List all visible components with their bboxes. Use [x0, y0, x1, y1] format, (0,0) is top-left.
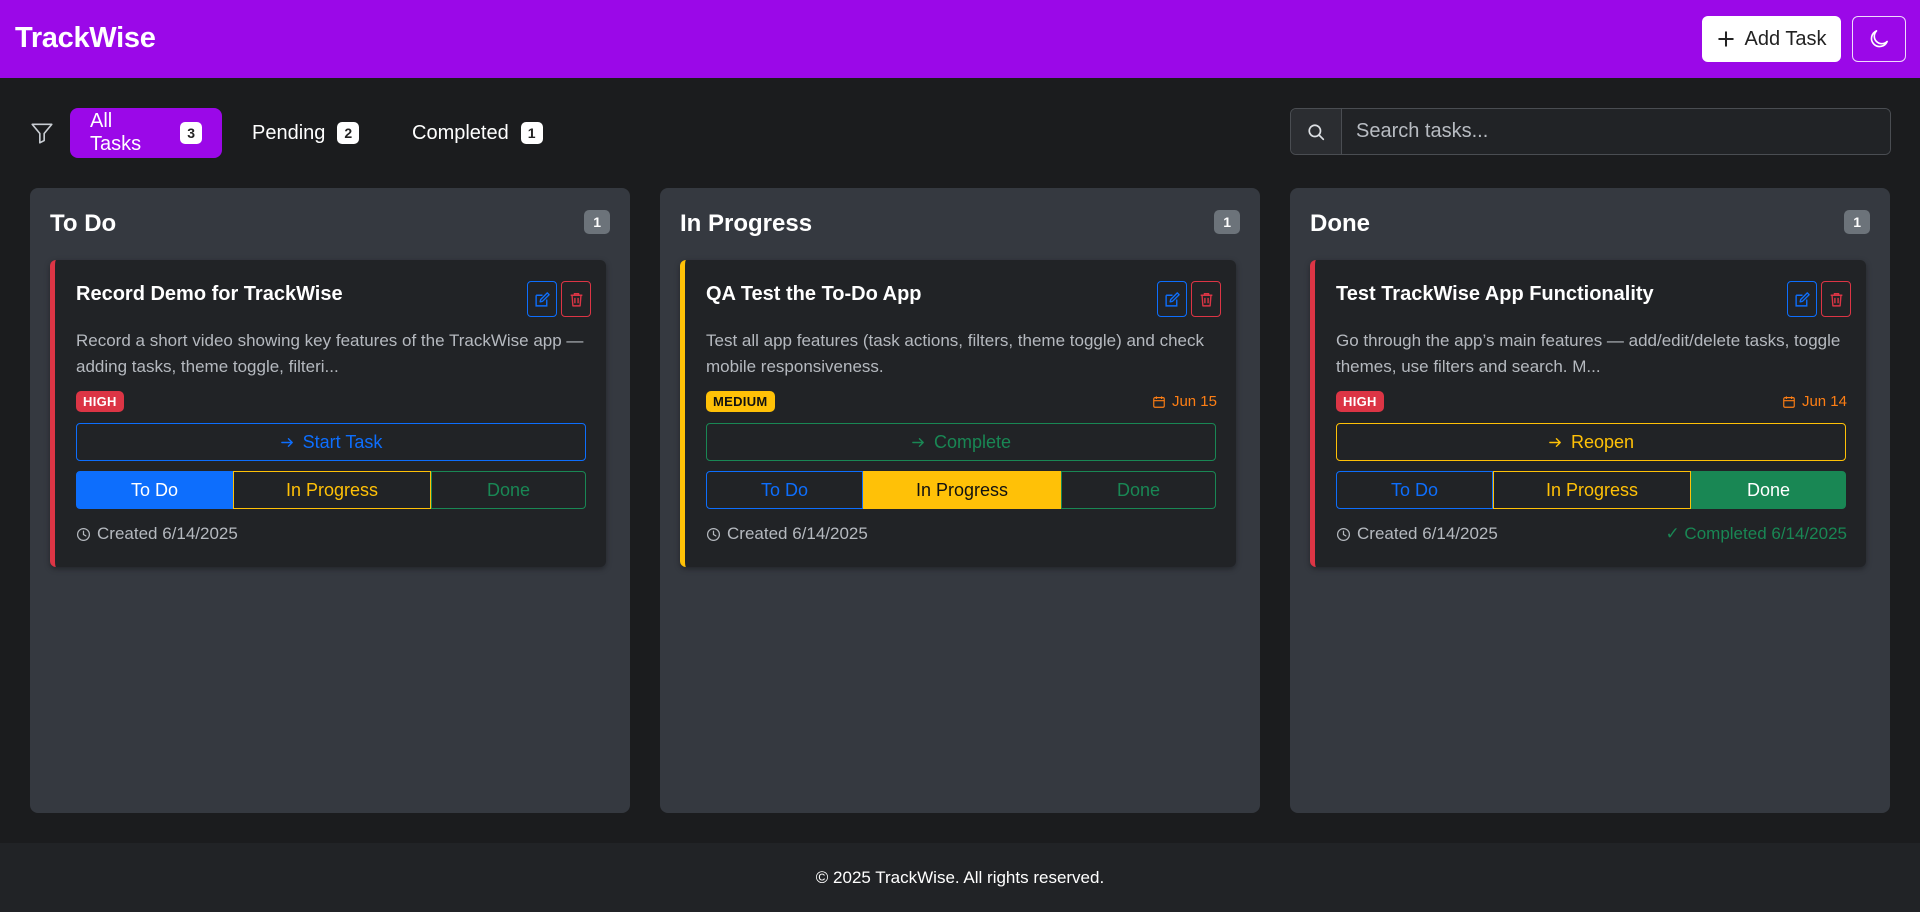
app-title[interactable]: TrackWise [15, 22, 156, 55]
status-button-group: To Do In Progress Done [706, 471, 1216, 509]
theme-toggle-button[interactable] [1852, 16, 1906, 62]
clock-icon [1336, 527, 1351, 541]
filter-label: All Tasks [90, 110, 142, 155]
filter-icon [31, 123, 53, 144]
filter-pending[interactable]: Pending 2 [232, 108, 372, 158]
created-date: Created 6/14/2025 [1336, 524, 1498, 544]
filter-completed[interactable]: Completed 1 [392, 108, 568, 158]
edit-icon [534, 291, 550, 307]
column-todo: To Do 1 Record Demo for TrackWise Record… [30, 188, 630, 813]
delete-task-button[interactable] [1191, 281, 1221, 317]
task-title: Test TrackWise App Functionality [1336, 283, 1654, 305]
action-label: Complete [933, 431, 1012, 452]
task-description: Go through the app’s main features — add… [1336, 331, 1841, 376]
status-in-progress-button[interactable]: In Progress [1493, 471, 1691, 509]
search-icon [1308, 123, 1325, 140]
created-text: Created 6/14/2025 [1357, 524, 1498, 543]
calendar-icon [1783, 395, 1795, 408]
status-done-button[interactable]: Done [1691, 471, 1846, 509]
due-date: Jun 15 [1152, 393, 1217, 410]
column-title: In Progress [680, 210, 813, 237]
status-done-button[interactable]: Done [1061, 471, 1216, 509]
add-task-button[interactable]: Add Task [1702, 16, 1841, 62]
priority-badge: HIGH [76, 391, 124, 412]
status-button-group: To Do In Progress Done [76, 471, 586, 509]
filter-all-tasks[interactable]: All Tasks 3 [70, 108, 222, 158]
due-date: Jun 14 [1782, 393, 1847, 410]
status-done-button[interactable]: Done [431, 471, 586, 509]
status-todo-button[interactable]: To Do [706, 471, 863, 509]
column-count: 1 [1844, 210, 1870, 234]
clock-icon [706, 527, 721, 541]
search-addon [1291, 109, 1342, 154]
completed-date: ✓ Completed 6/14/2025 [1665, 524, 1847, 543]
add-task-label: Add Task [1744, 27, 1827, 50]
filter-label: Completed [412, 121, 509, 144]
trash-icon [1200, 292, 1212, 307]
delete-task-button[interactable] [1821, 281, 1851, 317]
created-date: Created 6/14/2025 [706, 524, 868, 544]
search-box [1290, 108, 1891, 155]
column-count: 1 [584, 210, 610, 234]
filter-count: 1 [520, 122, 543, 144]
plus-icon [1717, 31, 1734, 47]
edit-task-button[interactable] [1157, 281, 1187, 317]
task-title: Record Demo for TrackWise [76, 283, 343, 305]
status-button-group: To Do In Progress Done [1336, 471, 1846, 509]
due-text: Jun 15 [1171, 393, 1217, 410]
column-title: To Do [50, 210, 117, 237]
created-text: Created 6/14/2025 [727, 524, 868, 543]
task-description: Record a short video showing key feature… [76, 331, 584, 376]
clock-icon [76, 527, 91, 541]
reopen-task-button[interactable]: Reopen [1336, 423, 1846, 461]
status-todo-button[interactable]: To Do [1336, 471, 1493, 509]
priority-badge: HIGH [1336, 391, 1384, 412]
arrow-right-icon [280, 437, 293, 447]
trash-icon [570, 292, 582, 307]
status-todo-button[interactable]: To Do [76, 471, 233, 509]
task-card: QA Test the To-Do App Test all app featu… [680, 260, 1236, 567]
complete-task-button[interactable]: Complete [706, 423, 1216, 461]
task-card: Record Demo for TrackWise Record a short… [50, 260, 606, 567]
task-card: Test TrackWise App Functionality Go thro… [1310, 260, 1866, 567]
status-in-progress-button[interactable]: In Progress [863, 471, 1061, 509]
navbar: TrackWise Add Task [0, 0, 1920, 78]
due-text: Jun 14 [1801, 393, 1847, 410]
edit-task-button[interactable] [527, 281, 557, 317]
filter-count: 3 [180, 122, 202, 144]
filter-label: Pending [252, 121, 326, 144]
arrow-right-icon [1549, 437, 1561, 447]
edit-icon [1794, 291, 1810, 307]
column-title: Done [1310, 210, 1370, 237]
arrow-right-icon [912, 437, 924, 447]
task-description: Test all app features (task actions, fil… [706, 331, 1204, 376]
action-label: Reopen [1570, 431, 1635, 452]
created-text: Created 6/14/2025 [97, 524, 238, 543]
status-in-progress-button[interactable]: In Progress [233, 471, 431, 509]
action-label: Start Task [302, 431, 383, 452]
created-date: Created 6/14/2025 [76, 524, 238, 544]
footer-text: © 2025 TrackWise. All rights reserved. [815, 867, 1105, 887]
task-title: QA Test the To-Do App [706, 283, 922, 305]
calendar-icon [1153, 395, 1165, 408]
priority-badge: MEDIUM [706, 391, 775, 412]
column-count: 1 [1214, 210, 1240, 234]
moon-icon [1870, 30, 1888, 48]
filter-count: 2 [337, 122, 360, 144]
delete-task-button[interactable] [561, 281, 591, 317]
footer: © 2025 TrackWise. All rights reserved. [0, 843, 1920, 912]
edit-icon [1164, 291, 1180, 307]
trash-icon [1830, 292, 1842, 307]
column-in-progress: In Progress 1 QA Test the To-Do App Test… [660, 188, 1260, 813]
start-task-button[interactable]: Start Task [76, 423, 586, 461]
search-input[interactable] [1342, 109, 1890, 154]
column-done: Done 1 Test TrackWise App Functionality … [1290, 188, 1890, 813]
edit-task-button[interactable] [1787, 281, 1817, 317]
